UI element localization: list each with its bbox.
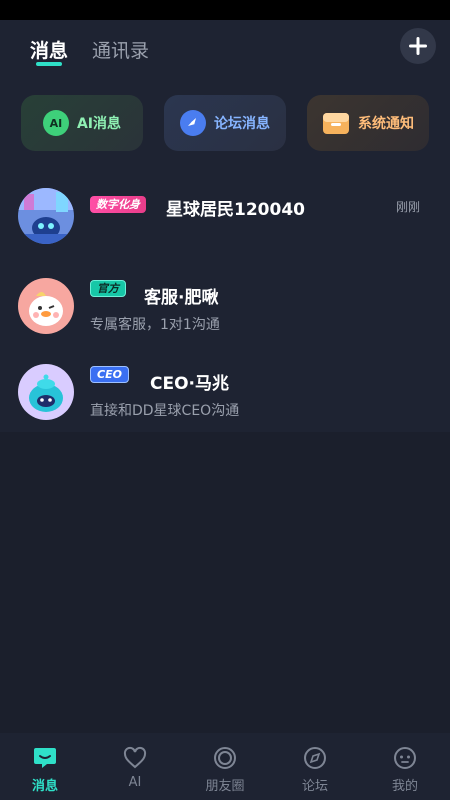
nav-messages[interactable]: 消息 — [0, 745, 90, 794]
chat-preview: 专属客服，1对1沟通 — [90, 317, 220, 333]
chat-item-support[interactable]: 官方 客服·肥啾 专属客服，1对1沟通 — [0, 270, 450, 354]
nav-me[interactable]: 我的 — [360, 745, 450, 794]
digital-avatar-badge: 数字化身 — [90, 196, 146, 213]
top-tab-bar: 消息 通讯录 — [0, 20, 450, 72]
blob-avatar[interactable] — [18, 364, 74, 420]
nav-ai[interactable]: AI — [90, 745, 180, 790]
chat-list: 数字化身 星球居民120040 刚刚 官方 客服·肥啾 专属客服，1对1沟通 C… — [0, 180, 450, 432]
ai-messages-card[interactable]: AI AI消息 — [21, 95, 143, 151]
chat-time: 刚刚 — [395, 200, 420, 214]
ai-bubble-icon: AI — [42, 110, 69, 136]
forum-messages-card[interactable]: 论坛消息 — [164, 95, 286, 151]
ring-icon — [214, 747, 236, 769]
nav-label: 论坛 — [301, 779, 328, 794]
chat-preview: 直接和DD星球CEO沟通 — [90, 403, 240, 419]
chat-item-resident[interactable]: 数字化身 星球居民120040 刚刚 — [0, 180, 450, 264]
nav-label: AI — [128, 775, 142, 790]
nav-moments[interactable]: 朋友圈 — [180, 745, 270, 794]
quick-access-row: AI AI消息 论坛消息 系统通知 — [0, 72, 450, 180]
bottom-nav: 消息 AI 朋友圈 论坛 我的 — [0, 733, 450, 800]
compass-icon — [180, 110, 206, 136]
status-bar — [0, 0, 450, 20]
system-notice-card[interactable]: 系统通知 — [307, 95, 429, 151]
official-badge: 官方 — [90, 280, 126, 297]
heart-outline-icon — [123, 746, 147, 769]
forum-messages-label: 论坛消息 — [214, 116, 270, 132]
inbox-tray-icon — [322, 110, 350, 136]
nav-forum[interactable]: 论坛 — [270, 745, 360, 794]
plus-icon — [409, 37, 427, 55]
robot-avatar[interactable] — [18, 188, 74, 244]
active-tab-indicator — [36, 62, 62, 66]
chick-avatar[interactable] — [18, 278, 74, 334]
chat-name: CEO·马兆 — [150, 374, 229, 394]
tab-contacts[interactable]: 通讯录 — [92, 36, 149, 63]
nav-label: 我的 — [391, 779, 418, 794]
system-notice-label: 系统通知 — [358, 116, 414, 132]
compass-icon — [304, 747, 326, 769]
add-button[interactable] — [400, 28, 436, 64]
chat-bubble-icon — [34, 748, 56, 768]
nav-label: 消息 — [31, 779, 58, 794]
ai-messages-label: AI消息 — [76, 116, 122, 132]
ceo-badge: CEO — [90, 366, 129, 383]
tab-messages[interactable]: 消息 — [30, 36, 68, 63]
chat-name: 星球居民120040 — [166, 200, 305, 220]
chat-name: 客服·肥啾 — [144, 288, 219, 308]
smiley-icon — [394, 747, 416, 769]
chat-item-ceo[interactable]: CEO CEO·马兆 直接和DD星球CEO沟通 — [0, 356, 450, 440]
nav-label: 朋友圈 — [205, 779, 245, 794]
